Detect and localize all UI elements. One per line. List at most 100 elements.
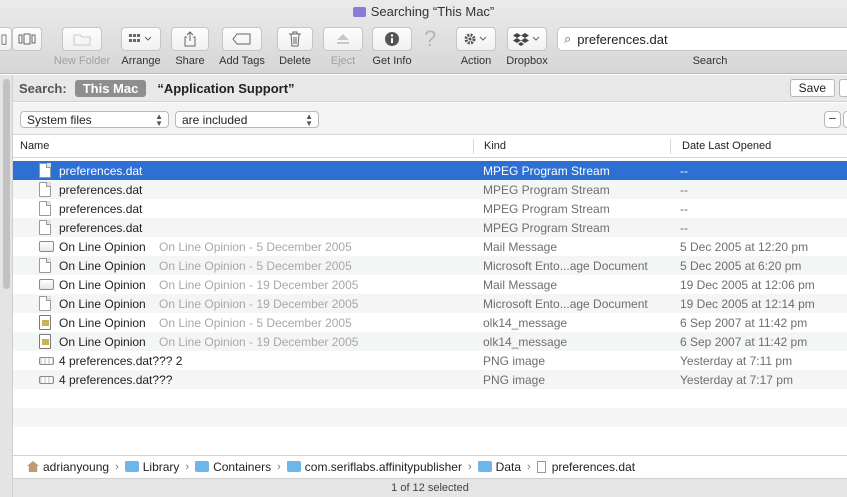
new-folder-icon xyxy=(73,34,91,45)
file-subtitle: On Line Opinion - 19 December 2005 xyxy=(159,278,359,292)
popup-arrows-icon: ▲ ▼ xyxy=(305,112,313,128)
file-row[interactable]: On Line Opinion On Line Opinion - 19 Dece… xyxy=(13,332,847,351)
file-date-last-opened: 5 Dec 2005 at 12:20 pm xyxy=(680,240,809,254)
add-criteria-row-button[interactable] xyxy=(843,111,847,128)
file-row[interactable]: 4 preferences.dat??? 2 PNG image Yesterday… xyxy=(13,351,847,370)
file-subtitle: On Line Opinion - 19 December 2005 xyxy=(159,335,359,349)
scope-application-support-button[interactable]: “Application Support” xyxy=(157,81,294,96)
folder-icon xyxy=(286,461,301,472)
action-button[interactable] xyxy=(456,27,496,51)
info-icon xyxy=(385,32,399,46)
document-icon xyxy=(39,220,51,235)
arrange-button[interactable] xyxy=(121,27,161,51)
file-date-last-opened: -- xyxy=(680,221,688,235)
new-folder-button[interactable] xyxy=(62,27,102,51)
outlook-message-icon xyxy=(39,315,51,330)
file-name: preferences.dat xyxy=(59,164,143,178)
path-segment-label: com.seriflabs.affinitypublisher xyxy=(304,459,462,474)
dropbox-icon xyxy=(513,33,540,46)
file-row[interactable]: preferences.dat MPEG Program Stream -- xyxy=(13,161,847,180)
window-title: Searching “This Mac” xyxy=(0,4,847,19)
file-kind: PNG image xyxy=(483,354,546,368)
dropbox-label: Dropbox xyxy=(506,55,548,67)
search-scope-label: Search: xyxy=(19,80,67,96)
png-image-icon xyxy=(39,376,54,384)
file-date-last-opened: -- xyxy=(680,202,688,216)
empty-row xyxy=(13,408,847,427)
path-segment[interactable]: Library xyxy=(124,460,179,474)
file-row[interactable]: preferences.dat MPEG Program Stream -- xyxy=(13,199,847,218)
file-name: On Line Opinion xyxy=(59,316,146,330)
dropbox-button[interactable] xyxy=(507,27,547,51)
eject-label: Eject xyxy=(330,55,356,67)
column-divider[interactable] xyxy=(473,139,474,154)
file-row[interactable]: On Line Opinion On Line Opinion - 19 Dece… xyxy=(13,275,847,294)
column-header: Name Kind Date Last Opened xyxy=(13,136,847,158)
column-kind[interactable]: Kind xyxy=(484,140,506,152)
file-subtitle: On Line Opinion - 5 December 2005 xyxy=(159,316,352,330)
view-column-button[interactable]: ▯ xyxy=(0,27,12,51)
get-info-label: Get Info xyxy=(372,55,412,67)
search-criteria-bar: System files ▲ ▼ are included ▲ ▼ − xyxy=(13,103,847,135)
path-segment[interactable]: Containers xyxy=(195,460,271,474)
path-segment-label: Data xyxy=(495,459,522,474)
file-date-last-opened: 19 Dec 2005 at 12:06 pm xyxy=(680,278,815,292)
add-criteria-button[interactable] xyxy=(839,79,847,97)
file-kind: MPEG Program Stream xyxy=(483,221,610,235)
file-date-last-opened: Yesterday at 7:17 pm xyxy=(680,373,793,387)
folder-icon xyxy=(195,461,210,472)
help-icon[interactable]: ? xyxy=(424,26,436,52)
file-name: preferences.dat xyxy=(59,183,143,197)
empty-row xyxy=(13,427,847,446)
path-segment[interactable]: com.seriflabs.affinitypublisher xyxy=(286,459,462,474)
column-divider[interactable] xyxy=(670,139,671,154)
file-row[interactable]: On Line Opinion On Line Opinion - 5 Decem… xyxy=(13,256,847,275)
file-subtitle: On Line Opinion - 5 December 2005 xyxy=(159,240,352,254)
file-date-last-opened: 5 Dec 2005 at 6:20 pm xyxy=(680,259,802,273)
file-date-last-opened: 6 Sep 2007 at 11:42 pm xyxy=(680,335,808,349)
file-row[interactable]: 4 preferences.dat??? PNG image Yesterday a… xyxy=(13,370,847,389)
file-row[interactable]: On Line Opinion On Line Opinion - 5 Decem… xyxy=(13,313,847,332)
eject-button[interactable] xyxy=(323,27,363,51)
file-row[interactable]: On Line Opinion On Line Opinion - 5 Decem… xyxy=(13,237,847,256)
save-search-button[interactable]: Save xyxy=(789,79,835,97)
window-toolbar: Searching “This Mac” ▯ New Folder Arrang… xyxy=(0,0,847,74)
path-segment-label: preferences.dat xyxy=(551,459,636,474)
criteria-condition-popup[interactable]: are included ▲ ▼ xyxy=(175,111,319,128)
path-segment[interactable]: preferences.dat xyxy=(536,459,636,474)
sidebar-edge xyxy=(0,75,13,497)
file-row[interactable]: On Line Opinion On Line Opinion - 19 Dece… xyxy=(13,294,847,313)
grid-icon xyxy=(129,34,152,42)
empty-row xyxy=(13,389,847,408)
eject-icon xyxy=(337,34,349,44)
arrange-label: Arrange xyxy=(121,55,161,67)
column-name[interactable]: Name xyxy=(20,140,49,152)
file-row[interactable]: preferences.dat MPEG Program Stream -- xyxy=(13,218,847,237)
search-input-value[interactable]: preferences.dat xyxy=(577,32,667,47)
view-coverflow-button[interactable] xyxy=(12,27,42,51)
scope-this-mac-button[interactable]: This Mac xyxy=(74,79,147,97)
criteria-condition-value: are included xyxy=(182,112,248,127)
gear-icon xyxy=(464,33,487,45)
file-kind: MPEG Program Stream xyxy=(483,164,610,178)
tag-icon xyxy=(232,33,251,45)
path-segment[interactable]: Data xyxy=(477,459,522,474)
search-field[interactable]: ⌕ preferences.dat xyxy=(557,27,847,51)
add-tags-button[interactable] xyxy=(222,27,262,51)
file-kind: PNG image xyxy=(483,373,546,387)
delete-button[interactable] xyxy=(277,27,313,51)
file-date-last-opened: -- xyxy=(680,164,688,178)
scrollbar-thumb[interactable] xyxy=(3,79,10,289)
search-label: Search xyxy=(692,55,728,67)
column-date-last-opened[interactable]: Date Last Opened xyxy=(682,140,771,152)
share-button[interactable] xyxy=(171,27,209,51)
remove-criteria-button[interactable]: − xyxy=(824,111,841,128)
file-row[interactable]: preferences.dat MPEG Program Stream -- xyxy=(13,180,847,199)
get-info-button[interactable] xyxy=(372,27,412,51)
criteria-attribute-popup[interactable]: System files ▲ ▼ xyxy=(20,111,169,128)
file-name: 4 preferences.dat??? xyxy=(59,373,173,387)
path-segment[interactable]: adrianyoung xyxy=(27,460,109,474)
file-list: preferences.dat MPEG Program Stream -- pref… xyxy=(13,161,847,446)
delete-label: Delete xyxy=(279,55,311,67)
file-name: On Line Opinion xyxy=(59,335,146,349)
